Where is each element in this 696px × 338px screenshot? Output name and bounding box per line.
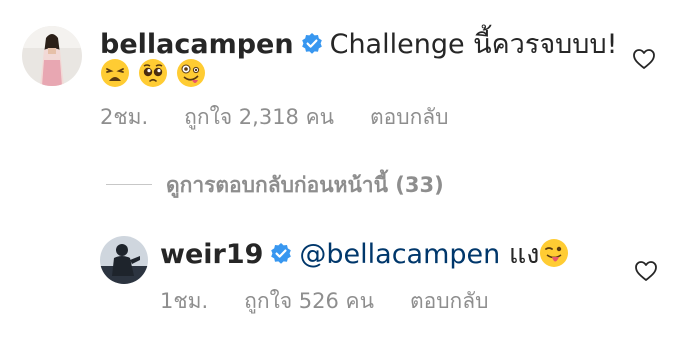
username[interactable]: weir19 (160, 239, 263, 270)
verified-badge-icon (300, 31, 324, 65)
avatar[interactable] (22, 26, 82, 86)
heart-icon[interactable] (634, 260, 658, 286)
view-previous-replies-label: ดูการตอบกลับก่อนหน้านี้ (33) (166, 173, 444, 197)
avatar[interactable] (100, 236, 148, 284)
comment-time: 2ชม. (100, 105, 149, 129)
heart-icon[interactable] (632, 48, 656, 74)
winking-face-with-tongue-icon (539, 238, 569, 277)
view-previous-replies-button[interactable]: ดูการตอบกลับก่อนหน้านี้ (33) (106, 172, 444, 198)
comment-text: Challenge นี้ควรจบบบ! (329, 29, 618, 60)
comment-meta: 2ชม. ถูกใจ 2,318 คน ตอบกลับ (100, 104, 485, 130)
reply-button[interactable]: ตอบกลับ (370, 105, 449, 129)
like-count[interactable]: ถูกใจ 526 คน (244, 289, 374, 313)
pleading-face-icon (138, 58, 168, 92)
like-count[interactable]: ถูกใจ 2,318 คน (184, 105, 334, 129)
reply-button[interactable]: ตอบกลับ (410, 289, 489, 313)
username[interactable]: bellacampen (100, 29, 294, 60)
zany-face-icon (176, 58, 206, 92)
weary-face-icon (100, 58, 130, 92)
verified-badge-icon (269, 241, 293, 275)
emoji-row (100, 58, 214, 92)
comment-text: แง (508, 239, 540, 270)
comment-time: 1ชม. (160, 289, 209, 313)
divider-dash (106, 184, 152, 185)
mention-link[interactable]: @bellacampen (299, 239, 500, 270)
comment-meta: 1ชม. ถูกใจ 526 คน ตอบกลับ (160, 288, 524, 314)
comment-line: weir19 @bellacampen แง (160, 238, 569, 277)
